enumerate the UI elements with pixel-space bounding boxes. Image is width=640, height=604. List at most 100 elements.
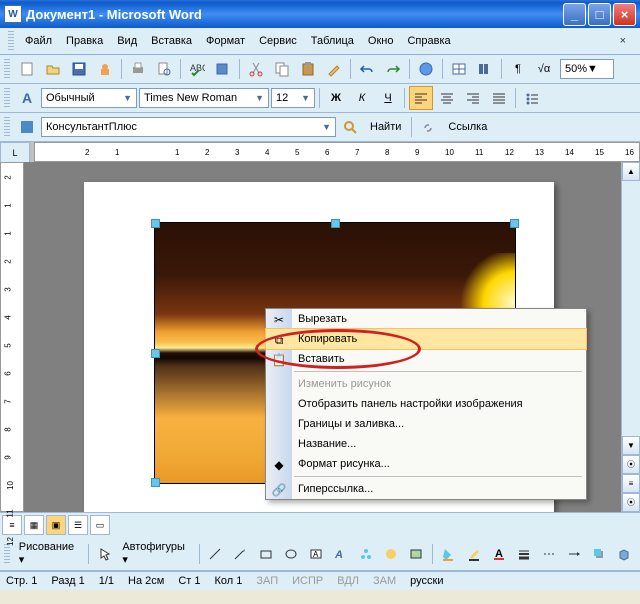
context-item[interactable]: Границы и заливка...	[266, 414, 586, 434]
menu-insert[interactable]: Вставка	[145, 33, 198, 49]
permissions-icon[interactable]	[93, 57, 117, 81]
resize-handle[interactable]	[151, 349, 160, 358]
context-item[interactable]: ✂Вырезать	[266, 309, 586, 329]
arrow-icon[interactable]	[229, 542, 252, 566]
line-icon[interactable]	[204, 542, 227, 566]
maximize-button[interactable]: □	[588, 3, 611, 26]
arrows-icon[interactable]	[563, 542, 586, 566]
link-icon[interactable]	[414, 57, 438, 81]
preview-icon[interactable]	[152, 57, 176, 81]
scroll-up-button[interactable]: ▲	[622, 162, 640, 181]
style-a-icon[interactable]: A	[15, 86, 39, 110]
resize-handle[interactable]	[151, 219, 160, 228]
horizontal-ruler[interactable]: 2112345678910111213141516	[34, 142, 640, 162]
minimize-button[interactable]: _	[563, 3, 586, 26]
menu-tools[interactable]: Сервис	[253, 33, 303, 49]
context-item[interactable]: ⧉Копировать	[265, 328, 587, 350]
fill-color-icon[interactable]	[437, 542, 460, 566]
line-weight-icon[interactable]	[512, 542, 535, 566]
find-label[interactable]: Найти	[364, 121, 407, 133]
wordart-icon[interactable]: A	[329, 542, 352, 566]
underline-icon[interactable]: Ч	[376, 86, 400, 110]
select-icon[interactable]	[93, 542, 116, 566]
context-item[interactable]: Отобразить панель настройки изображения	[266, 394, 586, 414]
line-color-icon[interactable]	[462, 542, 485, 566]
scroll-down-button[interactable]: ▼	[622, 436, 640, 455]
font-color-icon[interactable]: A	[487, 542, 510, 566]
3d-icon[interactable]	[613, 542, 636, 566]
new-doc-icon[interactable]	[15, 57, 39, 81]
menu-window[interactable]: Окно	[362, 33, 400, 49]
vertical-scrollbar[interactable]: ▲ ▼ ⦿ ≡ ⦿	[621, 162, 640, 512]
normal-view-icon[interactable]: ≡	[2, 515, 22, 535]
shadow-icon[interactable]	[588, 542, 611, 566]
math-icon[interactable]: √α	[532, 57, 556, 81]
copy-icon[interactable]	[270, 57, 294, 81]
outline-view-icon[interactable]: ☰	[68, 515, 88, 535]
align-justify-icon[interactable]	[487, 86, 511, 110]
style-select[interactable]: Обычный▼	[41, 88, 137, 108]
grip[interactable]	[4, 117, 10, 137]
resize-handle[interactable]	[151, 478, 160, 487]
save-icon[interactable]	[67, 57, 91, 81]
undo-icon[interactable]	[355, 57, 379, 81]
cut-icon[interactable]	[244, 57, 268, 81]
resize-handle[interactable]	[510, 219, 519, 228]
context-item[interactable]: 📋Вставить	[266, 349, 586, 369]
bullets-icon[interactable]	[520, 86, 544, 110]
browse-button[interactable]: ≡	[622, 474, 640, 493]
autoshapes-menu[interactable]: Автофигуры ▾	[118, 539, 194, 568]
print-view-icon[interactable]: ▣	[46, 515, 66, 535]
menu-view[interactable]: Вид	[111, 33, 143, 49]
brush-icon[interactable]	[322, 57, 346, 81]
menu-file[interactable]: Файл	[19, 33, 58, 49]
read-view-icon[interactable]: ▭	[90, 515, 110, 535]
context-item[interactable]: ◆Формат рисунка...	[266, 454, 586, 474]
grip[interactable]	[4, 88, 10, 108]
zoom-select[interactable]: 50%▼	[560, 59, 614, 79]
drawing-menu[interactable]: Рисование ▾	[15, 539, 84, 568]
align-left-icon[interactable]	[409, 86, 433, 110]
italic-icon[interactable]: К	[350, 86, 374, 110]
paste-icon[interactable]	[296, 57, 320, 81]
find-icon[interactable]	[338, 115, 362, 139]
show-hide-icon[interactable]: ¶	[506, 57, 530, 81]
font-select[interactable]: Times New Roman▼	[139, 88, 269, 108]
resize-handle[interactable]	[331, 219, 340, 228]
size-select[interactable]: 12▼	[271, 88, 315, 108]
next-page-button[interactable]: ⦿	[622, 493, 640, 512]
close-doc-button[interactable]: ×	[614, 33, 632, 49]
menu-help[interactable]: Справка	[401, 33, 456, 49]
align-center-icon[interactable]	[435, 86, 459, 110]
oval-icon[interactable]	[279, 542, 302, 566]
link-label[interactable]: Ссылка	[442, 121, 493, 133]
align-right-icon[interactable]	[461, 86, 485, 110]
research-icon[interactable]	[211, 57, 235, 81]
grip[interactable]	[8, 31, 14, 51]
link-chain-icon[interactable]	[416, 115, 440, 139]
menu-edit[interactable]: Правка	[60, 33, 109, 49]
grip[interactable]	[4, 59, 10, 79]
open-icon[interactable]	[41, 57, 65, 81]
clipart-icon[interactable]	[380, 542, 403, 566]
ruler-corner[interactable]: L	[0, 142, 30, 164]
vertical-ruler[interactable]: 21123456789101112	[0, 162, 24, 512]
rect-icon[interactable]	[254, 542, 277, 566]
context-item[interactable]: 🔗Гиперссылка...	[266, 479, 586, 499]
diagram-icon[interactable]	[355, 542, 378, 566]
menu-table[interactable]: Таблица	[305, 33, 360, 49]
picture-icon[interactable]	[405, 542, 428, 566]
context-item[interactable]: Название...	[266, 434, 586, 454]
menu-format[interactable]: Формат	[200, 33, 251, 49]
close-button[interactable]: ×	[613, 3, 636, 26]
consultant-select[interactable]: КонсультантПлюс▼	[41, 117, 336, 137]
print-icon[interactable]	[126, 57, 150, 81]
consultant-icon[interactable]	[15, 115, 39, 139]
grip[interactable]	[4, 544, 10, 564]
table-icon[interactable]	[447, 57, 471, 81]
columns-icon[interactable]	[473, 57, 497, 81]
textbox-icon[interactable]: A	[304, 542, 327, 566]
redo-icon[interactable]	[381, 57, 405, 81]
dash-icon[interactable]	[537, 542, 560, 566]
bold-icon[interactable]: Ж	[324, 86, 348, 110]
